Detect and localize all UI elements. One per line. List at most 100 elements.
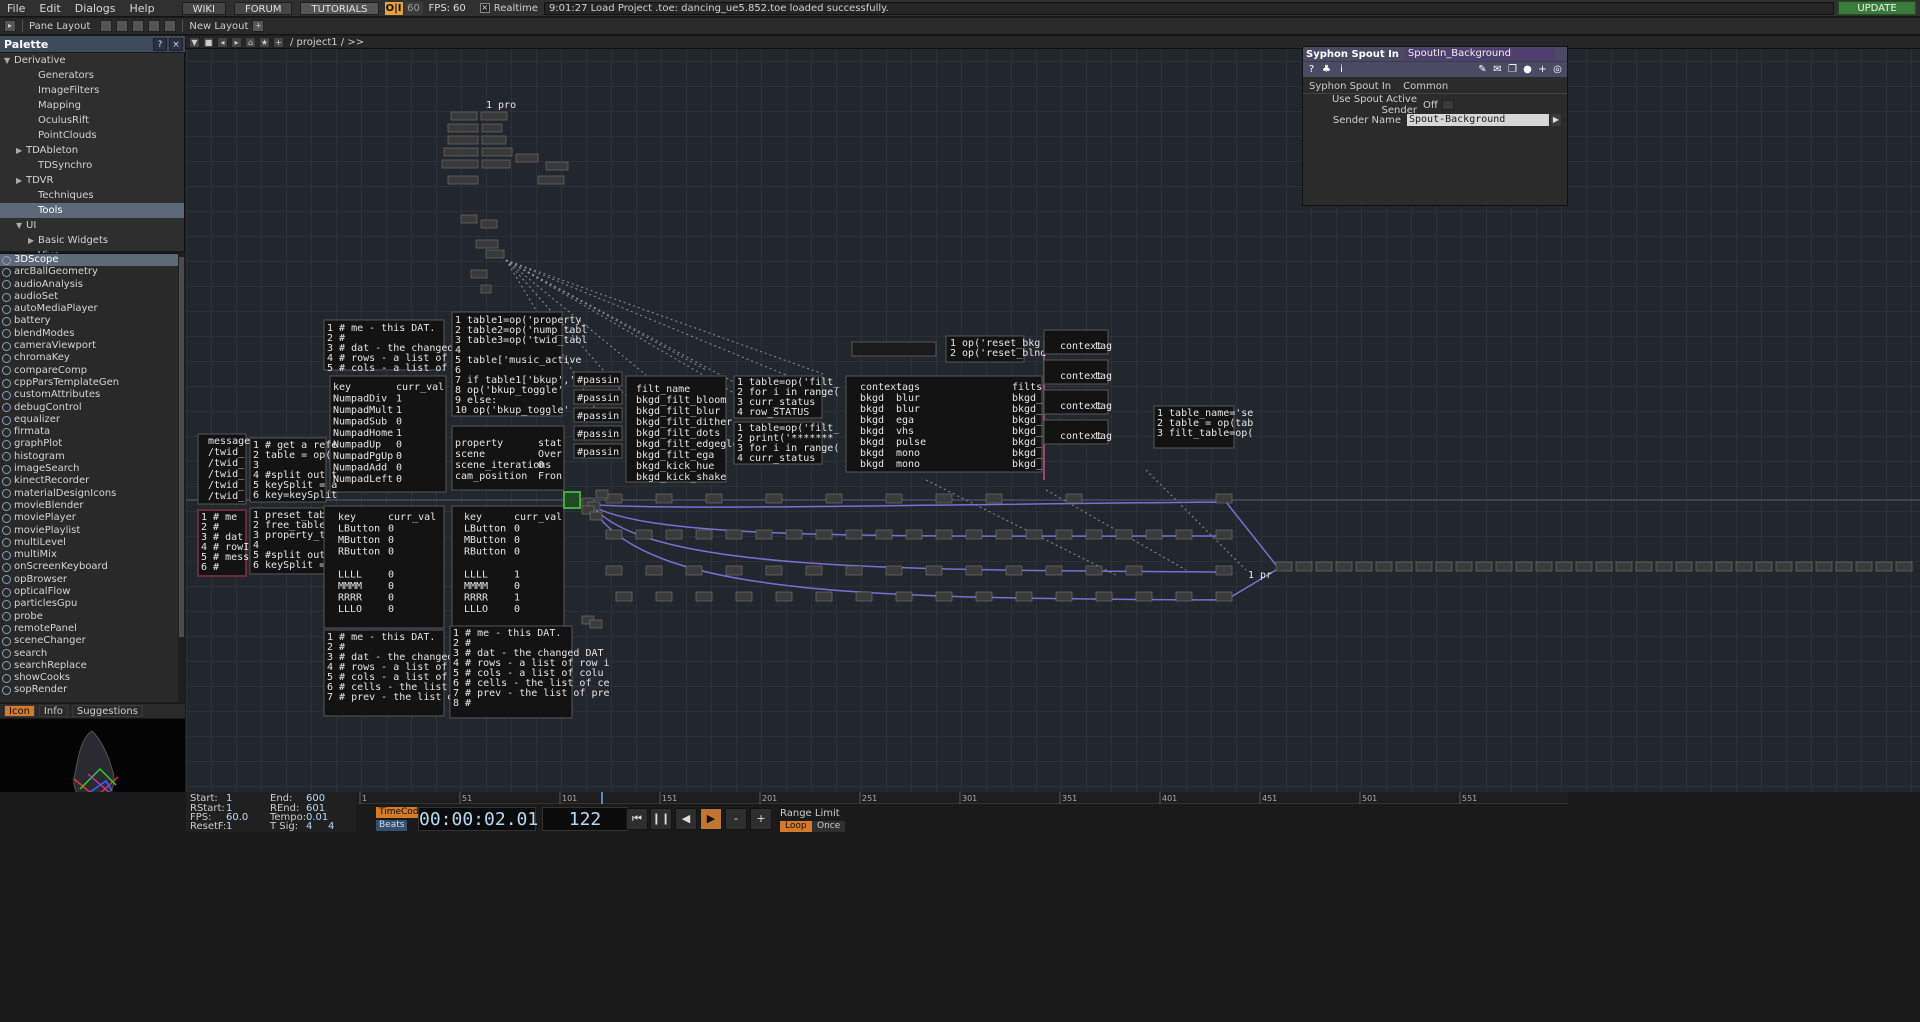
palette-component-item[interactable]: compareComp [0,365,178,377]
dat-filt-names-table[interactable]: filt_namebkgd_filt_bloombkgd_filt_blurbk… [625,375,745,483]
network-editor[interactable]: ▼ ■ ◂ ▸ ⌂ ★ + / project1 / >> 1 pro 1 # … [186,36,1920,792]
expand-down-icon[interactable]: ▼ [16,218,26,233]
op-node[interactable] [480,284,492,294]
op-node[interactable] [1715,561,1733,572]
forum-button[interactable]: FORUM [233,1,293,15]
palette-component-item[interactable]: moviePlayer [0,512,178,524]
expand-right-icon[interactable]: ▶ [16,173,26,188]
op-node[interactable] [1085,529,1103,540]
op-node[interactable] [1295,561,1313,572]
op-node[interactable] [615,591,633,602]
op-node[interactable] [895,591,913,602]
op-node[interactable] [480,219,498,229]
op-node[interactable] [447,135,479,145]
copy-icon[interactable]: ❐ [1507,64,1518,75]
dat-code-tablename[interactable]: 1 table_name='se2 table = op(tab3 filt_t… [1153,405,1253,449]
op-node[interactable] [470,269,488,279]
dat-code-reset[interactable]: 1 op('reset_bkg2 op('reset_blnd [945,335,1046,363]
op-node[interactable] [1215,529,1233,540]
op-node[interactable] [1555,561,1573,572]
op-node[interactable] [825,493,843,504]
comment-icon[interactable]: ✉ [1492,64,1503,75]
update-button[interactable]: UPDATE [1838,1,1916,15]
op-node[interactable] [775,591,793,602]
op-node[interactable] [1115,529,1133,540]
menu-file[interactable]: File [0,0,32,17]
palette-component-item[interactable]: kinectRecorder [0,475,178,487]
op-node[interactable] [845,565,863,576]
dat-code-getref[interactable]: 1 # get a refe2 table = op(34 #split out… [249,437,337,503]
layout-split-h-icon[interactable] [116,20,129,32]
op-node[interactable] [845,529,863,540]
palette-tree-item[interactable]: OculusRift [0,113,184,128]
op-node[interactable] [1755,561,1773,572]
op-node[interactable] [875,529,893,540]
op-node[interactable] [885,565,903,576]
palette-component-item[interactable]: equalizer [0,414,178,426]
target-icon[interactable]: ◎ [1552,64,1563,75]
layout-single-icon[interactable] [100,20,113,32]
op-node[interactable] [1435,561,1453,572]
net-menu-icon[interactable]: ▼ [189,36,200,48]
palette-component-item[interactable]: firmata [0,426,178,438]
op-node[interactable] [1005,565,1023,576]
op-node[interactable] [1055,529,1073,540]
palette-component-item[interactable]: customAttributes [0,389,178,401]
palette-help-button[interactable]: ? [153,37,167,51]
op-node[interactable] [1895,561,1913,572]
palette-tree-item[interactable]: ▶ Basic Widgets [0,233,184,248]
op-node[interactable] [935,591,953,602]
op-node[interactable] [537,175,565,185]
op-node[interactable] [995,529,1013,540]
palette-tree-item[interactable]: ▶ TDVR [0,173,184,188]
op-node[interactable] [1275,561,1293,572]
op-node[interactable] [443,147,479,157]
op-node[interactable] [655,493,673,504]
tutorials-button[interactable]: TUTORIALS [300,1,379,15]
menu-edit[interactable]: Edit [32,0,67,17]
op-node[interactable] [1015,591,1033,602]
op-node[interactable] [685,565,703,576]
palette-tree-item[interactable]: Mapping [0,98,184,113]
op-node[interactable] [475,239,499,249]
palette-component-item[interactable]: blendModes [0,328,178,340]
realtime-checkbox[interactable]: × [479,3,490,13]
op-node[interactable] [605,529,623,540]
op-node[interactable] [1835,561,1853,572]
palette-tree-item[interactable]: Tools [0,203,184,218]
op-node[interactable] [1175,591,1193,602]
op-node[interactable] [1215,591,1233,602]
use-active-toggle[interactable] [1441,100,1454,110]
palette-component-item[interactable]: sopRender [0,684,178,696]
op-node[interactable] [885,493,903,504]
op-node[interactable] [1655,561,1673,572]
op-node[interactable] [1135,591,1153,602]
op-node[interactable] [1215,493,1233,504]
op-node[interactable] [1315,561,1333,572]
palette-component-item[interactable]: arcBallGeometry [0,266,178,278]
op-node[interactable] [441,159,479,169]
step-back-button[interactable]: ◀ [675,808,697,830]
palette-component-item[interactable]: multiMix [0,549,178,561]
op-node[interactable] [1495,561,1513,572]
net-back-icon[interactable]: ◂ [217,36,228,48]
loop-button[interactable]: Loop [780,821,812,832]
op-node[interactable] [481,159,511,169]
once-button[interactable]: Once [812,821,846,832]
op-node[interactable] [645,565,663,576]
op-node[interactable] [725,529,743,540]
network-path-breadcrumb[interactable]: / project1 / >> [290,37,364,48]
palette-component-item[interactable]: remotePanel [0,623,178,635]
palette-tree-item[interactable]: TDSynchro [0,158,184,173]
op-node[interactable] [695,529,713,540]
menu-dialogs[interactable]: Dialogs [68,0,123,17]
op-node[interactable] [595,489,609,499]
op-node[interactable] [605,493,623,504]
tsig-value-b[interactable]: 4 [328,821,334,832]
palette-component-item[interactable]: chromaKey [0,352,178,364]
palette-scrollbar[interactable] [178,253,185,702]
layout-quad-icon[interactable] [148,20,161,32]
expand-right-icon[interactable]: ▶ [28,233,38,248]
op-node[interactable] [805,565,823,576]
palette-component-item[interactable]: debugControl [0,402,178,414]
